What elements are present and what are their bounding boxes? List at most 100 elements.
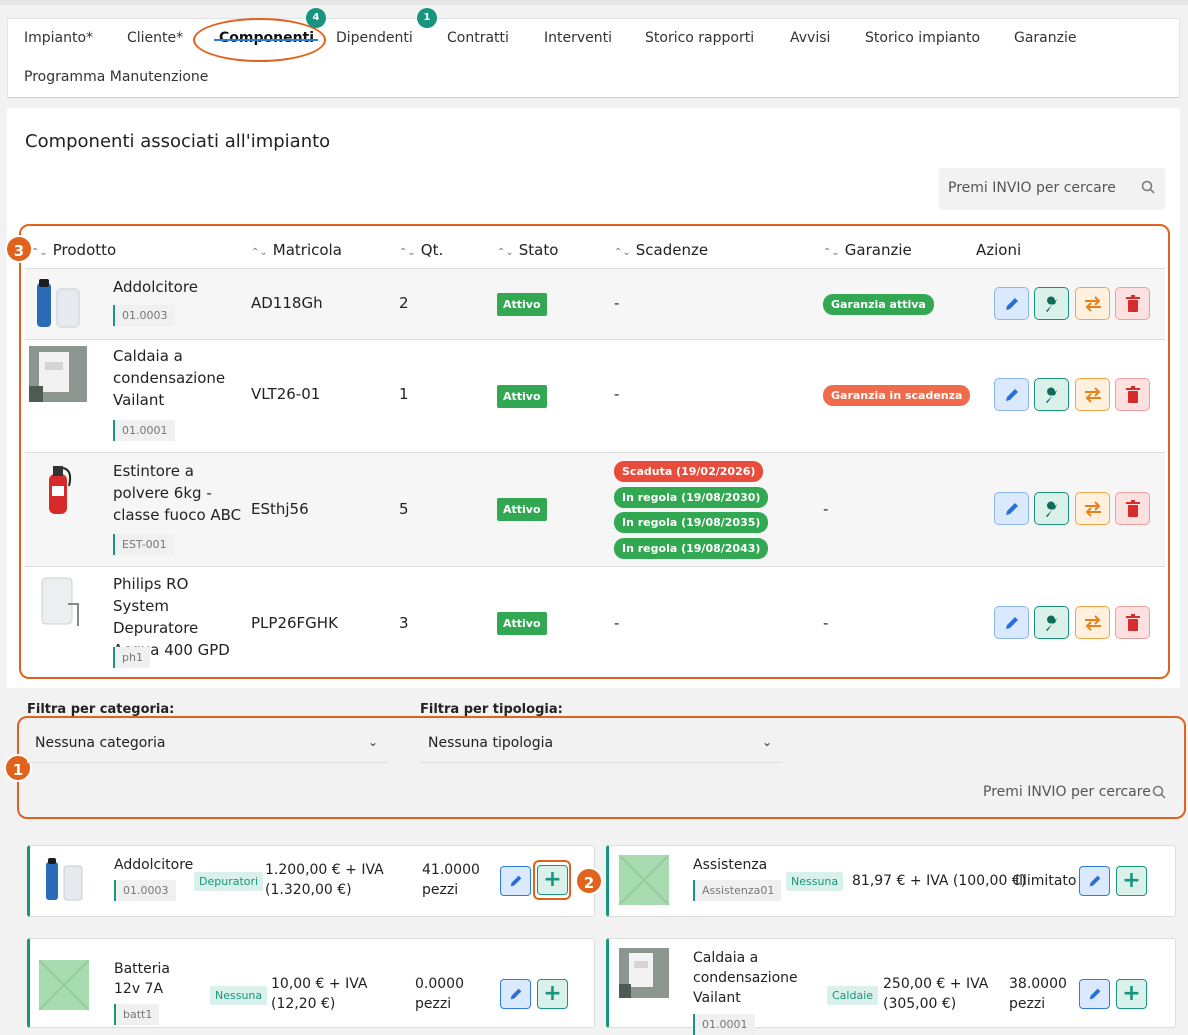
edit-product-button[interactable] xyxy=(1079,979,1110,1009)
replace-button[interactable] xyxy=(1075,287,1110,320)
product-search-input[interactable]: Premi INVIO per cercare xyxy=(974,774,1176,812)
delete-button[interactable] xyxy=(1115,492,1150,525)
quantity: 1 xyxy=(399,385,409,403)
search-icon xyxy=(1152,785,1166,799)
step-3-marker: 3 xyxy=(5,235,33,263)
category-badge: Depuratori xyxy=(194,872,264,891)
pencil-icon xyxy=(510,988,521,1000)
tab-dipendenti[interactable]: Dipendenti xyxy=(336,30,413,46)
replace-button[interactable] xyxy=(1075,492,1110,525)
product-name: Estintore a polvere 6kg - classe fuoco A… xyxy=(113,462,242,524)
product-image xyxy=(33,277,85,331)
edit-product-button[interactable] xyxy=(1079,866,1110,896)
product-code: 01.0003 xyxy=(114,880,176,901)
replace-button[interactable] xyxy=(1075,378,1110,411)
col-garanzie[interactable]: ⌃⌄ Garanzie xyxy=(823,241,912,259)
product-unit: pezzi xyxy=(415,996,452,1012)
swap-icon xyxy=(1084,500,1101,517)
tab-avvisi[interactable]: Avvisi xyxy=(790,30,830,46)
search-icon xyxy=(1141,180,1155,194)
product-image xyxy=(29,346,87,402)
add-component-button[interactable]: + xyxy=(1116,979,1147,1009)
pencil-icon xyxy=(510,875,521,887)
matricola: VLT26-01 xyxy=(251,385,321,403)
col-qt[interactable]: ⌃⌄ Qt. xyxy=(399,241,443,259)
expiry-badge: In regola (19/08/2043) xyxy=(614,538,769,559)
col-stato[interactable]: ⌃⌄ Stato xyxy=(497,241,558,259)
search-placeholder: Premi INVIO per cercare xyxy=(983,784,1151,800)
col-prodotto[interactable]: ⌃⌄ Prodotto xyxy=(31,241,116,259)
product-name: Batteria 12v 7A xyxy=(114,961,170,997)
tab-dipendenti-badge: 1 xyxy=(417,8,437,28)
wrench-icon xyxy=(1045,501,1057,517)
warranty-badge: Garanzia attiva xyxy=(823,294,934,315)
maintenance-button[interactable] xyxy=(1034,492,1069,525)
trash-icon xyxy=(1125,294,1140,312)
wrench-icon xyxy=(1045,387,1057,403)
delete-button[interactable] xyxy=(1115,606,1150,639)
edit-button[interactable] xyxy=(994,492,1029,525)
product-name: Caldaia a condensazione Vailant xyxy=(113,347,226,409)
expiry-badge: In regola (19/08/2035) xyxy=(614,512,769,533)
col-matricola[interactable]: ⌃⌄ Matricola xyxy=(251,241,342,259)
product-code: 01.0003 xyxy=(113,305,175,326)
product-price-gross: (12,20 €) xyxy=(271,996,336,1012)
type-select[interactable]: Nessuna tipologia ⌄ xyxy=(420,725,782,763)
edit-button[interactable] xyxy=(994,378,1029,411)
trash-icon xyxy=(1125,613,1140,631)
status-badge: Attivo xyxy=(497,498,547,521)
edit-product-button[interactable] xyxy=(500,866,531,896)
category-select[interactable]: Nessuna categoria ⌄ xyxy=(27,725,388,763)
plus-icon: + xyxy=(1122,868,1141,893)
matricola: PLP26FGHK xyxy=(251,614,338,632)
status-badge: Attivo xyxy=(497,385,547,408)
col-scadenze[interactable]: ⌃⌄ Scadenze xyxy=(614,241,708,259)
plus-icon: + xyxy=(1122,981,1141,1006)
tab-interventi[interactable]: Interventi xyxy=(544,30,612,46)
quantity: 3 xyxy=(399,614,409,632)
table-search-input[interactable]: Premi INVIO per cercare xyxy=(939,168,1165,210)
product-image xyxy=(37,460,77,516)
delete-button[interactable] xyxy=(1115,378,1150,411)
pencil-icon xyxy=(1005,388,1018,401)
swap-icon xyxy=(1084,614,1101,631)
warranty-badge: Garanzia in scadenza xyxy=(823,385,971,406)
product-code: 01.0001 xyxy=(113,420,175,441)
category-select-value: Nessuna categoria xyxy=(35,735,166,751)
delete-button[interactable] xyxy=(1115,287,1150,320)
type-filter-label: Filtra per tipologia: xyxy=(420,702,563,717)
tab-garanzie[interactable]: Garanzie xyxy=(1014,30,1077,46)
quantity: 2 xyxy=(399,294,409,312)
product-price: 10,00 € + IVA xyxy=(271,976,368,992)
tab-cliente[interactable]: Cliente* xyxy=(127,30,183,46)
add-component-button[interactable]: + xyxy=(537,979,568,1009)
edit-button[interactable] xyxy=(994,606,1029,639)
status-badge: Attivo xyxy=(497,293,547,316)
tab-contratti[interactable]: Contratti xyxy=(447,30,509,46)
product-unit: pezzi xyxy=(1009,996,1046,1012)
add-button-highlight xyxy=(533,860,571,900)
product-price-gross: (305,00 €) xyxy=(883,996,957,1012)
edit-button[interactable] xyxy=(994,287,1029,320)
edit-product-button[interactable] xyxy=(500,979,531,1009)
tab-storico-impianto[interactable]: Storico impianto xyxy=(865,30,980,46)
expiry-badge: Scaduta (19/02/2026) xyxy=(614,461,764,482)
product-unit: pezzi xyxy=(422,882,459,898)
tab-programma-manutenzione[interactable]: Programma Manutenzione xyxy=(24,69,208,85)
tab-storico-rapporti[interactable]: Storico rapporti xyxy=(645,30,754,46)
chevron-down-icon: ⌄ xyxy=(367,735,378,749)
garanzia: - xyxy=(823,614,829,632)
product-price: 250,00 € + IVA xyxy=(883,976,989,992)
quantity: 5 xyxy=(399,500,409,518)
tab-impianto[interactable]: Impianto* xyxy=(24,30,93,46)
wrench-icon xyxy=(1045,615,1057,631)
add-component-button[interactable]: + xyxy=(1116,866,1147,896)
product-image xyxy=(38,574,82,630)
maintenance-button[interactable] xyxy=(1034,287,1069,320)
wrench-icon xyxy=(1045,296,1057,312)
replace-button[interactable] xyxy=(1075,606,1110,639)
maintenance-button[interactable] xyxy=(1034,378,1069,411)
category-badge: Nessuna xyxy=(210,986,268,1005)
maintenance-button[interactable] xyxy=(1034,606,1069,639)
col-azioni: Azioni xyxy=(976,241,1022,259)
